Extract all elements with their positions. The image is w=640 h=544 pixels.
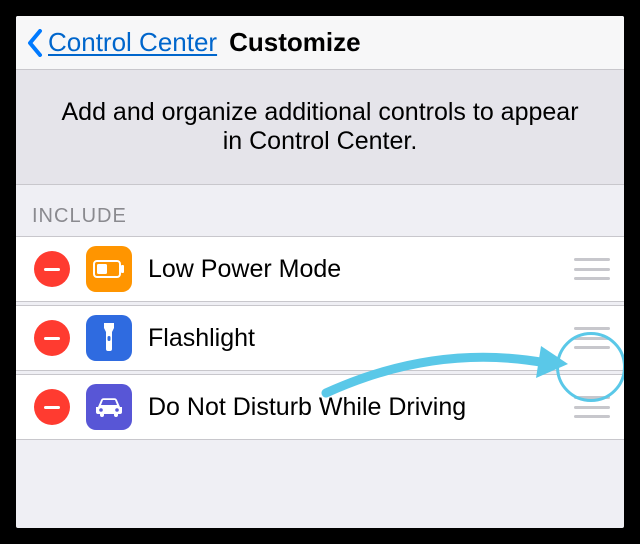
list-item-label: Flashlight — [148, 324, 558, 353]
chevron-left-icon — [26, 29, 44, 57]
list-item: Flashlight — [16, 305, 624, 371]
remove-button[interactable] — [34, 251, 70, 287]
list-item-label: Low Power Mode — [148, 255, 558, 284]
car-icon — [86, 384, 132, 430]
flashlight-icon — [86, 315, 132, 361]
section-header-include: INCLUDE — [16, 185, 624, 236]
battery-icon — [86, 246, 132, 292]
remove-button[interactable] — [34, 320, 70, 356]
drag-handle[interactable] — [574, 258, 610, 280]
nav-bar: Control Center Customize — [16, 16, 624, 70]
list-item-label: Do Not Disturb While Driving — [148, 393, 558, 422]
drag-handle[interactable] — [574, 327, 610, 349]
list-item: Do Not Disturb While Driving — [16, 374, 624, 440]
list-item: Low Power Mode — [16, 236, 624, 302]
back-label: Control Center — [48, 27, 217, 58]
remove-button[interactable] — [34, 389, 70, 425]
intro-text: Add and organize additional controls to … — [16, 70, 624, 185]
page-title: Customize — [229, 27, 360, 58]
settings-screen: Control Center Customize Add and organiz… — [16, 16, 624, 528]
back-button[interactable]: Control Center — [26, 27, 217, 58]
drag-handle[interactable] — [574, 396, 610, 418]
